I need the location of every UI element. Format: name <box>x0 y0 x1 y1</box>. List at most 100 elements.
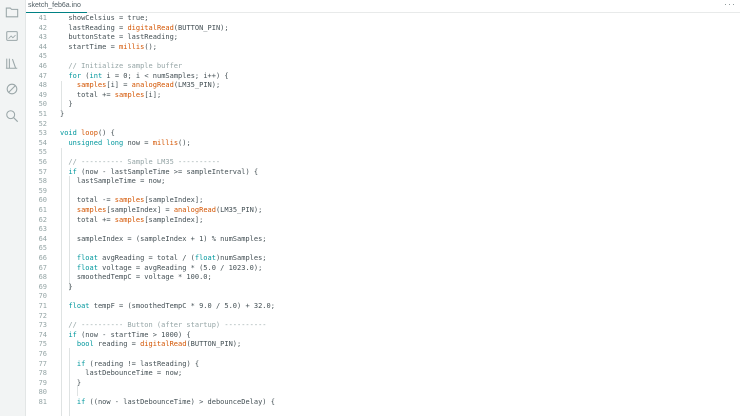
code-line[interactable]: 43 buttonState = lastReading; <box>26 32 740 42</box>
code-line[interactable]: 50 } <box>26 99 740 109</box>
code-token: [sampleIndex]; <box>144 215 204 224</box>
code-line[interactable]: 74 if (now - startTime > 1000) { <box>26 330 740 340</box>
code-line[interactable]: 76 <box>26 349 740 359</box>
code-line[interactable]: 45 <box>26 51 740 61</box>
board-icon[interactable] <box>4 28 20 44</box>
function-token: digitalRead <box>127 23 174 32</box>
line-number: 53 <box>38 129 47 138</box>
code-token: (); <box>178 138 191 147</box>
keyword-token: if <box>68 330 77 339</box>
code-line[interactable]: 65 <box>26 243 740 253</box>
code-line[interactable]: 41 showCelsius = true; <box>26 13 740 23</box>
keyword-token: if <box>68 167 77 176</box>
code-line[interactable]: 42 lastReading = digitalRead(BUTTON_PIN)… <box>26 23 740 33</box>
code-text: } <box>60 99 72 109</box>
line-number: 46 <box>38 62 47 70</box>
code-text: bool reading = digitalRead(BUTTON_PIN); <box>60 339 241 349</box>
code-text: buttonState = lastReading; <box>60 32 178 42</box>
line-number: 60 <box>38 196 47 205</box>
code-line[interactable]: 48 samples[i] = analogRead(LM35_PIN); <box>26 80 740 90</box>
code-line[interactable]: 67 float voltage = avgReading * (5.0 / 1… <box>26 263 740 273</box>
tab-sketch-file[interactable]: sketch_feb6a.ino <box>26 0 87 13</box>
code-line[interactable]: 73 // ---------- Button (after startup) … <box>26 320 740 330</box>
code-text: if (now - startTime > 1000) { <box>60 330 190 340</box>
code-line[interactable]: 79 } <box>26 378 740 388</box>
code-text: // Initialize sample buffer <box>60 61 182 71</box>
code-text: float avgReading = total / (float)numSam… <box>60 253 267 263</box>
code-line[interactable]: 60 total -= samples[sampleIndex]; <box>26 195 740 205</box>
code-token: ( <box>81 71 90 80</box>
code-line[interactable]: 54 unsigned long now = millis(); <box>26 138 740 148</box>
line-number: 54 <box>38 138 47 147</box>
code-line[interactable]: 71 float tempF = (smoothedTempC * 9.0 / … <box>26 301 740 311</box>
code-token: smoothedTempC = voltage * 100.0; <box>60 273 212 282</box>
code-text: float tempF = (smoothedTempC * 9.0 / 5.0… <box>60 301 275 311</box>
code-token: total += <box>60 90 115 99</box>
function-token: analogRead <box>131 81 174 90</box>
code-line[interactable]: 53 void loop() { <box>26 128 740 138</box>
line-number: 69 <box>38 282 47 291</box>
library-icon[interactable] <box>4 55 20 71</box>
code-line[interactable]: 47 for (int i = 0; i < numSamples; i++) … <box>26 71 740 81</box>
search-icon[interactable] <box>4 108 20 124</box>
code-token: [sampleIndex]; <box>144 196 204 205</box>
code-text: if ((now - lastDebounceTime) > debounceD… <box>60 397 275 407</box>
code-token: buttonState = lastReading; <box>60 33 179 42</box>
code-token: showCelsius = true; <box>60 14 149 22</box>
keyword-token: float <box>68 302 90 310</box>
code-line[interactable]: 69 } <box>26 282 740 292</box>
code-text: unsigned long now = millis(); <box>60 138 191 148</box>
line-number: 58 <box>38 177 47 186</box>
code-line[interactable]: 55 <box>26 147 740 157</box>
code-line[interactable]: 78 lastDebounceTime = now; <box>26 368 740 378</box>
line-number: 55 <box>38 148 47 157</box>
code-token: [i]; <box>144 90 162 99</box>
code-token: i = 0; i < numSamples; i++) { <box>102 71 229 80</box>
code-line[interactable]: 66 float avgReading = total / (float)num… <box>26 253 740 263</box>
keyword-token: long <box>106 138 124 147</box>
line-number: 76 <box>38 350 47 358</box>
debug-icon[interactable] <box>4 81 20 97</box>
function-token: samples <box>114 90 145 99</box>
code-line[interactable]: 63 <box>26 224 740 234</box>
code-line[interactable]: 52 <box>26 119 740 129</box>
code-line[interactable]: 58 lastSampleTime = now; <box>26 176 740 186</box>
code-line[interactable]: 56 // ---------- Sample LM35 ---------- <box>26 157 740 167</box>
code-token: (LM35_PIN); <box>215 206 263 214</box>
code-line[interactable]: 49 total += samples[i]; <box>26 90 740 100</box>
code-token: (now - lastSampleTime >= sampleInterval)… <box>76 167 259 176</box>
code-line[interactable]: 77 if (reading != lastReading) { <box>26 359 740 369</box>
code-line[interactable]: 75 bool reading = digitalRead(BUTTON_PIN… <box>26 339 740 349</box>
line-number: 52 <box>38 119 47 128</box>
code-token: } <box>60 378 82 387</box>
code-token: total -= <box>60 196 115 205</box>
code-token: avgReading = total / ( <box>97 254 195 262</box>
code-line[interactable]: 81 if ((now - lastDebounceTime) > deboun… <box>26 397 740 407</box>
line-number: 68 <box>38 273 47 282</box>
code-line[interactable]: 62 total += samples[sampleIndex]; <box>26 215 740 225</box>
code-text: showCelsius = true; <box>60 13 149 23</box>
code-line[interactable]: 64 sampleIndex = (sampleIndex + 1) % num… <box>26 234 740 244</box>
code-line[interactable]: 80 <box>26 387 740 397</box>
folder-icon[interactable] <box>4 4 20 20</box>
more-options-icon[interactable]: ··· <box>724 0 736 12</box>
line-number: 63 <box>38 225 47 234</box>
code-line[interactable]: 59 <box>26 186 740 196</box>
code-token: startTime = <box>60 42 120 51</box>
editor-tab-bar: sketch_feb6a.ino ··· <box>26 0 740 13</box>
line-number: 70 <box>38 292 47 301</box>
code-line[interactable]: 70 <box>26 291 740 301</box>
code-line[interactable]: 46 // Initialize sample buffer <box>26 61 740 71</box>
code-editor[interactable]: 41 showCelsius = true; 42 lastReading = d… <box>26 13 740 416</box>
line-number: 43 <box>38 33 47 42</box>
keyword-token: void <box>60 129 77 138</box>
code-token: now = <box>123 138 153 147</box>
line-number: 59 <box>38 186 47 195</box>
code-line[interactable]: 61 samples[sampleIndex] = analogRead(LM3… <box>26 205 740 215</box>
code-line[interactable]: 57 if (now - lastSampleTime >= sampleInt… <box>26 167 740 177</box>
code-line[interactable]: 68 smoothedTempC = voltage * 100.0; <box>26 272 740 282</box>
code-line[interactable]: 51} <box>26 109 740 119</box>
code-line[interactable]: 72 <box>26 311 740 321</box>
code-text: if (now - lastSampleTime >= sampleInterv… <box>60 167 258 177</box>
code-line[interactable]: 44 startTime = millis(); <box>26 42 740 52</box>
